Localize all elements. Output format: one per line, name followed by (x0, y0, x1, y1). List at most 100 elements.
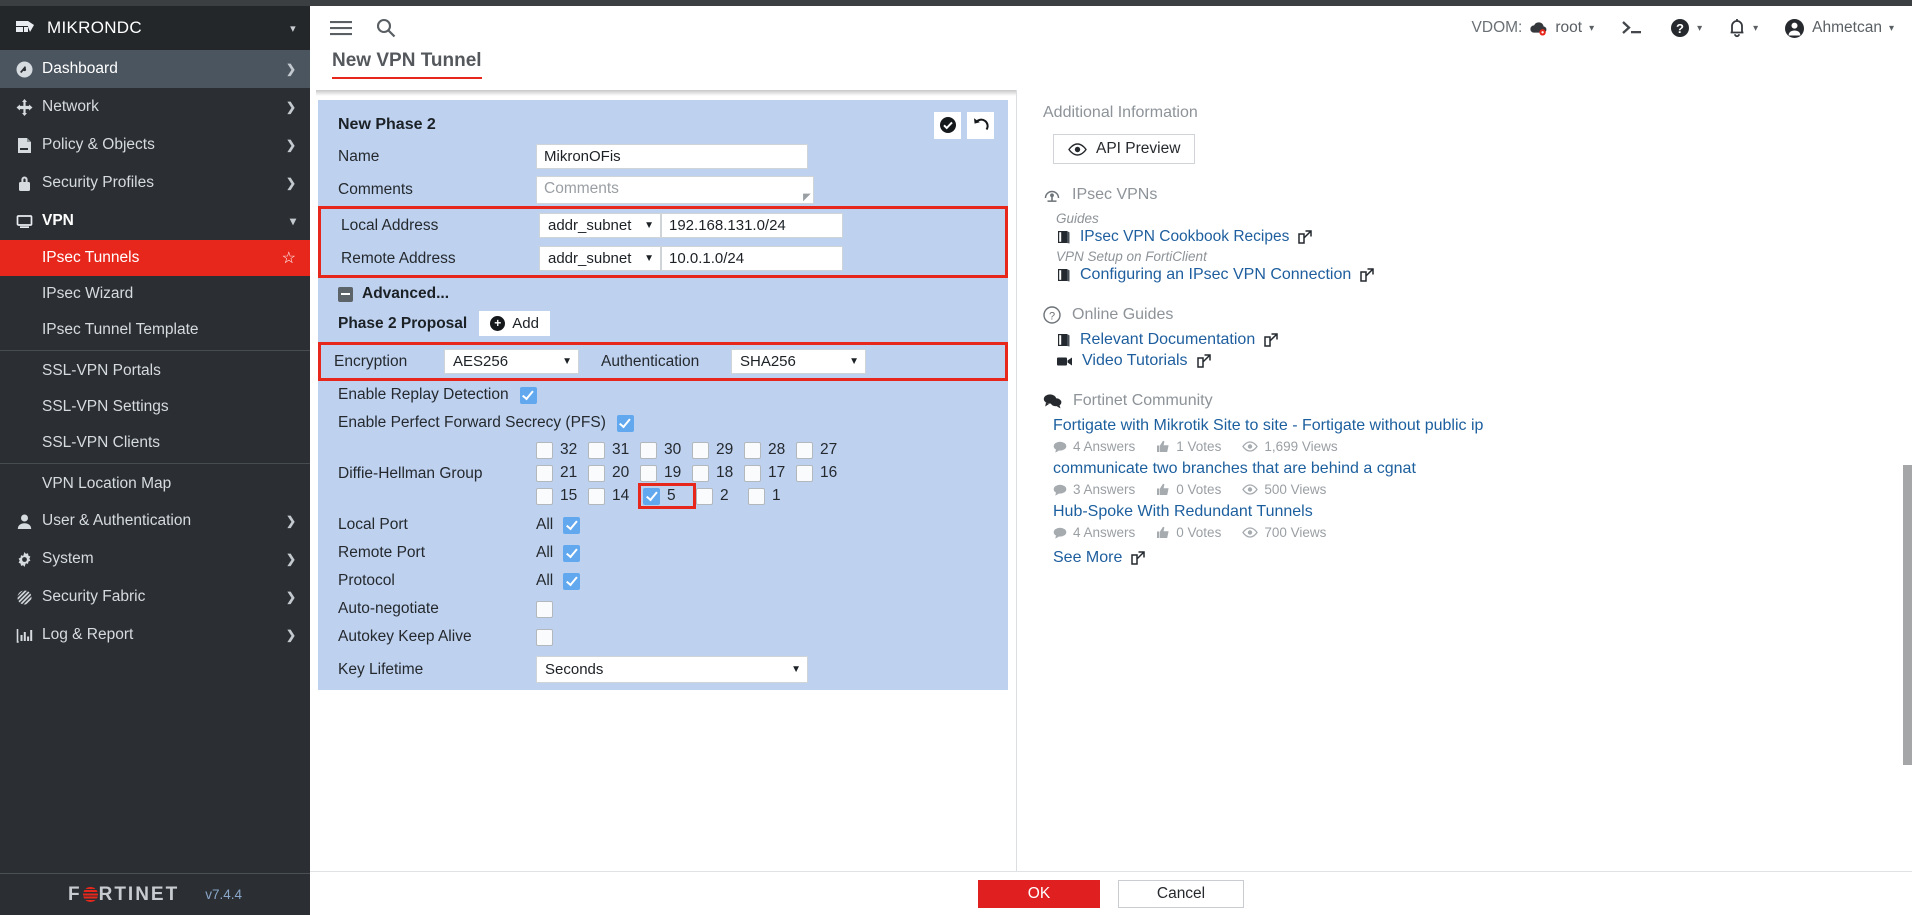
dh-checkbox[interactable] (796, 441, 813, 459)
help-menu-button[interactable]: ? ▾ (1670, 18, 1702, 38)
notification-menu-button[interactable]: ▾ (1728, 18, 1758, 38)
see-more-label[interactable]: See More (1053, 549, 1122, 567)
search-icon[interactable] (376, 18, 396, 38)
comments-textarea[interactable]: Comments ◥ (536, 175, 814, 204)
auto-negotiate-checkbox[interactable] (536, 600, 553, 618)
sidebar-item-vpn-location-map[interactable]: VPN Location Map (0, 466, 310, 502)
add-proposal-button[interactable]: + Add (479, 311, 550, 336)
sidebar-item-ipsec-wizard[interactable]: IPsec Wizard (0, 276, 310, 312)
dh-checkbox[interactable] (640, 464, 657, 482)
dh-option-19[interactable]: 19 (640, 464, 692, 482)
dh-checkbox[interactable] (692, 441, 709, 459)
sidebar-item-network[interactable]: Network ❯ (0, 88, 310, 126)
dh-option-28[interactable]: 28 (744, 441, 796, 459)
community-item-title[interactable]: Hub-Spoke With Redundant Tunnels (1053, 503, 1888, 521)
link-label[interactable]: Relevant Documentation (1080, 331, 1255, 349)
remote-address-type-select[interactable]: addr_subnet ▼ (539, 246, 661, 271)
dh-option-5[interactable]: 5 (638, 483, 696, 509)
community-item-title[interactable]: communicate two branches that are behind… (1053, 460, 1888, 478)
dh-checkbox[interactable] (696, 487, 713, 505)
link-row-cookbook[interactable]: IPsec VPN Cookbook Recipes (1056, 228, 1888, 246)
sidebar-item-sslvpn-portals[interactable]: SSL-VPN Portals (0, 353, 310, 389)
advanced-toggle[interactable]: Advanced... (318, 278, 1008, 308)
dh-checkbox[interactable] (536, 441, 553, 459)
encryption-select[interactable]: AES256 ▼ (444, 349, 579, 374)
sidebar-item-ipsec-tunnel-template[interactable]: IPsec Tunnel Template (0, 312, 310, 348)
sidebar-item-sslvpn-clients[interactable]: SSL-VPN Clients (0, 425, 310, 461)
external-link-icon[interactable] (1360, 268, 1375, 282)
sidebar-item-sslvpn-settings[interactable]: SSL-VPN Settings (0, 389, 310, 425)
link-row-video-tutorials[interactable]: Video Tutorials (1056, 352, 1888, 370)
dh-option-32[interactable]: 32 (536, 441, 588, 459)
protocol-all-checkbox[interactable] (563, 572, 581, 590)
api-preview-button[interactable]: API Preview (1053, 134, 1196, 164)
cli-console-icon[interactable] (1620, 19, 1644, 37)
dh-option-17[interactable]: 17 (744, 464, 796, 482)
user-menu-button[interactable]: Ahmetcan ▾ (1784, 18, 1894, 39)
cancel-button[interactable]: Cancel (1118, 879, 1244, 908)
dh-option-27[interactable]: 27 (796, 441, 848, 459)
dh-checkbox-selected[interactable] (643, 487, 660, 505)
dh-checkbox[interactable] (748, 487, 765, 505)
dh-option-31[interactable]: 31 (588, 441, 640, 459)
sidebar-item-ipsec-tunnels[interactable]: IPsec Tunnels ☆ (0, 240, 310, 276)
dh-checkbox[interactable] (796, 464, 813, 482)
dh-checkbox[interactable] (536, 464, 553, 482)
check-circle-icon[interactable] (934, 111, 961, 139)
dh-option-18[interactable]: 18 (692, 464, 744, 482)
external-link-icon[interactable] (1298, 230, 1313, 244)
chevron-down-icon[interactable]: ▾ (290, 22, 296, 35)
hamburger-menu-icon[interactable] (330, 20, 352, 36)
dh-option-1[interactable]: 1 (748, 487, 800, 505)
sidebar-item-user-authentication[interactable]: User & Authentication ❯ (0, 502, 310, 540)
external-link-icon[interactable] (1131, 551, 1146, 565)
autokey-keep-alive-checkbox[interactable] (536, 628, 553, 646)
link-label[interactable]: Configuring an IPsec VPN Connection (1080, 266, 1351, 284)
key-lifetime-select[interactable]: Seconds ▼ (536, 656, 808, 683)
name-input[interactable] (536, 144, 808, 169)
dh-checkbox[interactable] (692, 464, 709, 482)
dh-option-16[interactable]: 16 (796, 464, 848, 482)
vdom-selector[interactable]: VDOM: root ▾ (1472, 19, 1595, 37)
link-row-configuring-ipsec[interactable]: Configuring an IPsec VPN Connection (1056, 266, 1888, 284)
dh-checkbox[interactable] (588, 464, 605, 482)
favorite-star-icon[interactable]: ☆ (282, 248, 296, 268)
sidebar-item-dashboard[interactable]: Dashboard ❯ (0, 50, 310, 88)
dh-option-29[interactable]: 29 (692, 441, 744, 459)
external-link-icon[interactable] (1264, 333, 1278, 347)
sidebar-item-system[interactable]: System ❯ (0, 540, 310, 578)
dh-checkbox[interactable] (536, 487, 553, 505)
link-label[interactable]: Video Tutorials (1082, 352, 1188, 370)
dh-checkbox[interactable] (744, 464, 761, 482)
dh-option-30[interactable]: 30 (640, 441, 692, 459)
dh-checkbox[interactable] (640, 441, 657, 459)
sidebar-item-security-profiles[interactable]: Security Profiles ❯ (0, 164, 310, 202)
ok-button[interactable]: OK (978, 879, 1100, 908)
dh-option-14[interactable]: 14 (588, 487, 640, 505)
local-port-all-checkbox[interactable] (563, 516, 581, 534)
sidebar-item-log-report[interactable]: Log & Report ❯ (0, 616, 310, 654)
external-link-icon[interactable] (1196, 354, 1211, 368)
dh-option-15[interactable]: 15 (536, 487, 588, 505)
brand-selector[interactable]: MIKRONDC ▾ (0, 6, 310, 50)
replay-detection-checkbox[interactable] (519, 386, 537, 404)
local-address-type-select[interactable]: addr_subnet ▼ (539, 213, 661, 238)
link-row-relevant-documentation[interactable]: Relevant Documentation (1056, 331, 1888, 349)
community-item-title[interactable]: Fortigate with Mikrotik Site to site - F… (1053, 417, 1888, 435)
dh-option-2[interactable]: 2 (696, 487, 748, 505)
dh-checkbox[interactable] (588, 487, 605, 505)
remote-port-all-checkbox[interactable] (563, 544, 581, 562)
revert-undo-icon[interactable] (967, 111, 994, 139)
sidebar-item-security-fabric[interactable]: Security Fabric ❯ (0, 578, 310, 616)
local-address-value-input[interactable] (661, 213, 843, 238)
dh-option-20[interactable]: 20 (588, 464, 640, 482)
vertical-scrollbar[interactable] (1903, 465, 1912, 765)
resize-grip-icon[interactable]: ◥ (803, 192, 811, 203)
see-more-link[interactable]: See More (1053, 549, 1888, 567)
dh-checkbox[interactable] (588, 441, 605, 459)
link-label[interactable]: IPsec VPN Cookbook Recipes (1080, 228, 1289, 246)
sidebar-item-policy-objects[interactable]: Policy & Objects ❯ (0, 126, 310, 164)
pfs-checkbox[interactable] (616, 414, 634, 432)
dh-checkbox[interactable] (744, 441, 761, 459)
dh-option-21[interactable]: 21 (536, 464, 588, 482)
